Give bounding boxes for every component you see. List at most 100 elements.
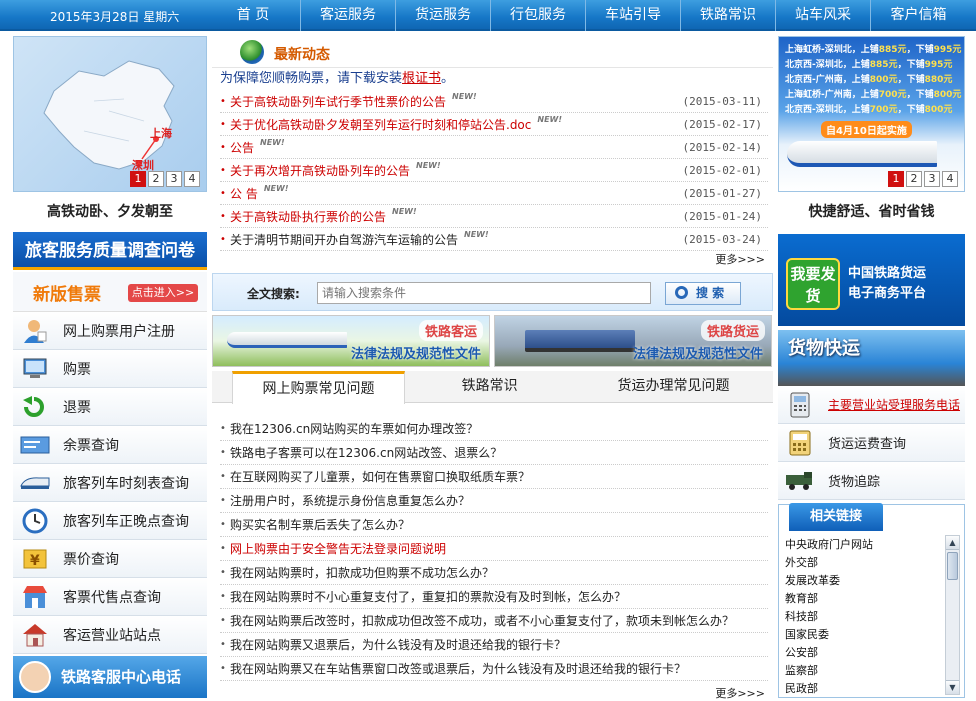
faq-link[interactable]: 我在12306.cn网站购买的车票如何办理改签？ <box>230 420 478 437</box>
faq-link[interactable]: 我在网站购票又在车站售票窗口改签或退票后，为什么钱没有及时退还给我的银行卡？ <box>230 660 686 677</box>
promo-caption[interactable]: 快捷舒适、省时省钱 <box>778 192 965 232</box>
slide-page-1[interactable]: 1 <box>888 171 904 187</box>
faq-item[interactable]: • 在互联网购买了儿童票，如何在售票窗口换取纸质车票？ <box>220 465 768 489</box>
new-ticket-banner[interactable]: 新版售票 点击进入>> <box>13 272 207 312</box>
survey-banner[interactable]: 旅客服务质量调查问卷 <box>13 232 207 270</box>
faq-link[interactable]: 在互联网购买了儿童票，如何在售票窗口换取纸质车票？ <box>230 468 530 485</box>
slide-page-2[interactable]: 2 <box>148 171 164 187</box>
slide-page-4[interactable]: 4 <box>942 171 958 187</box>
faq-more-link[interactable]: 更多>>> <box>212 685 773 701</box>
nav-luggage-service[interactable]: 行包服务 <box>491 0 586 31</box>
express-freight-banner[interactable]: 货物快运 <box>778 330 965 386</box>
related-link[interactable]: 监察部 <box>785 662 943 680</box>
faq-link[interactable]: 我在网站购票时不小心重复支付了，重复扣的票款没有及时到帐，怎么办？ <box>230 588 626 605</box>
news-item[interactable]: • 关于高铁动卧列车试行季节性票价的公告 NEW! (2015-03-11) <box>220 90 768 113</box>
news-item[interactable]: • 关于优化高铁动卧夕发朝至列车运行时刻和停站公告.doc NEW! (2015… <box>220 113 768 136</box>
news-link[interactable]: 关于清明节期间开办自驾游汽车运输的公告 <box>230 231 458 248</box>
news-link[interactable]: 关于再次增开高铁动卧列车的公告 <box>230 162 410 179</box>
faq-item[interactable]: • 注册用户时，系统提示身份信息重复怎么办？ <box>220 489 768 513</box>
news-link[interactable]: 关于优化高铁动卧夕发朝至列车运行时刻和停站公告.doc <box>230 116 531 133</box>
nav-station-scenery[interactable]: 站车风采 <box>776 0 871 31</box>
menu-buy-ticket[interactable]: 购票 <box>13 350 207 388</box>
scroll-thumb[interactable] <box>947 552 958 580</box>
tab-online-ticket-faq[interactable]: 网上购票常见问题 <box>232 371 406 404</box>
related-link[interactable]: 中央政府门户网站 <box>785 536 943 554</box>
faq-item[interactable]: • 我在网站购票又在车站售票窗口改签或退票后，为什么钱没有及时退还给我的银行卡？ <box>220 657 768 681</box>
news-item[interactable]: • 公 告 NEW! (2015-01-27) <box>220 182 768 205</box>
menu-refund-ticket[interactable]: 退票 <box>13 388 207 426</box>
menu-station-phones[interactable]: 主要营业站受理服务电话 <box>778 386 965 424</box>
ship-goods-button[interactable]: 我要发货 <box>786 258 840 310</box>
related-links-box: 相关链接 中央政府门户网站 外交部 发展改革委 教育部 科技部 国家民委 公安部… <box>778 503 965 698</box>
search-input[interactable] <box>317 282 651 304</box>
scroll-down-arrow-icon[interactable]: ▼ <box>946 680 959 694</box>
nav-freight-service[interactable]: 货运服务 <box>396 0 491 31</box>
news-more-link[interactable]: 更多>>> <box>212 251 773 269</box>
root-cert-link[interactable]: 根证书 <box>402 71 441 86</box>
nav-customer-mailbox[interactable]: 客户信箱 <box>871 0 966 31</box>
nav-home[interactable]: 首 页 <box>206 0 301 31</box>
freight-ecommerce-banner[interactable]: 我要发货 中国铁路货运 电子商务平台 <box>778 234 965 326</box>
news-link[interactable]: 公 告 <box>230 185 258 202</box>
faq-link[interactable]: 我在网站购票时，扣款成功但购票不成功怎么办？ <box>230 564 494 581</box>
menu-freight-fee-query[interactable]: 货运运费查询 <box>778 424 965 462</box>
menu-train-schedule[interactable]: 旅客列车时刻表查询 <box>13 464 207 502</box>
related-link[interactable]: 教育部 <box>785 590 943 608</box>
faq-item[interactable]: • 购买实名制车票后丢失了怎么办？ <box>220 513 768 537</box>
customer-service-banner[interactable]: 铁路客服中心电话 <box>13 656 207 698</box>
related-link[interactable]: 发展改革委 <box>785 572 943 590</box>
nav-station-guide[interactable]: 车站引导 <box>586 0 681 31</box>
faq-link[interactable]: 铁路电子客票可以在12306.cn网站改签、退票么？ <box>230 444 502 461</box>
tab-railway-knowledge[interactable]: 铁路常识 <box>405 371 574 403</box>
news-link[interactable]: 关于高铁动卧执行票价的公告 <box>230 208 386 225</box>
faq-link[interactable]: 注册用户时，系统提示身份信息重复怎么办？ <box>230 492 470 509</box>
faq-link[interactable]: 我在网站购票后改签时，扣款成功但改签不成功，或者不小心重复支付了，款项未到帐怎么… <box>230 612 734 629</box>
menu-train-delay[interactable]: 旅客列车正晚点查询 <box>13 502 207 540</box>
faq-link[interactable]: 购买实名制车票后丢失了怎么办？ <box>230 516 410 533</box>
menu-ticket-agency[interactable]: 客票代售点查询 <box>13 578 207 616</box>
faq-item[interactable]: • 我在网站购票时，扣款成功但购票不成功怎么办？ <box>220 561 768 585</box>
menu-cargo-tracking[interactable]: 货物追踪 <box>778 462 965 500</box>
slide-page-4[interactable]: 4 <box>184 171 200 187</box>
news-item[interactable]: • 公告 NEW! (2015-02-14) <box>220 136 768 159</box>
faq-link[interactable]: 我在网站购票又退票后，为什么钱没有及时退还给我的银行卡？ <box>230 636 566 653</box>
faq-item[interactable]: • 铁路电子客票可以在12306.cn网站改签、退票么？ <box>220 441 768 465</box>
news-item[interactable]: • 关于清明节期间开办自驾游汽车运输的公告 NEW! (2015-03-24) <box>220 228 768 251</box>
passenger-law-banner[interactable]: 铁路客运 法律法规及规范性文件 <box>212 315 490 367</box>
faq-item[interactable]: • 网上购票由于安全警告无法登录问题说明 <box>220 537 768 561</box>
nav-passenger-service[interactable]: 客运服务 <box>301 0 396 31</box>
news-link[interactable]: 关于高铁动卧列车试行季节性票价的公告 <box>230 93 446 110</box>
related-link[interactable]: 国家民委 <box>785 626 943 644</box>
menu-user-register[interactable]: 网上购票用户注册 <box>13 312 207 350</box>
faq-item[interactable]: • 我在网站购票时不小心重复支付了，重复扣的票款没有及时到帐，怎么办？ <box>220 585 768 609</box>
faq-item[interactable]: • 我在12306.cn网站购买的车票如何办理改签？ <box>220 417 768 441</box>
related-link[interactable]: 公安部 <box>785 644 943 662</box>
sleeper-train-promo-slider[interactable]: 上海虹桥-深圳北，上铺885元，下铺995元 北京西-深圳北，上铺885元，下铺… <box>778 36 965 192</box>
menu-remaining-tickets[interactable]: 余票查询 <box>13 426 207 464</box>
faq-item[interactable]: • 我在网站购票后改签时，扣款成功但改签不成功，或者不小心重复支付了，款项未到帐怎… <box>220 609 768 633</box>
faq-item[interactable]: • 我在网站购票又退票后，为什么钱没有及时退还给我的银行卡？ <box>220 633 768 657</box>
scroll-up-arrow-icon[interactable]: ▲ <box>946 536 959 550</box>
faq-link[interactable]: 网上购票由于安全警告无法登录问题说明 <box>230 540 446 557</box>
freight-law-banner[interactable]: 铁路货运 法律法规及规范性文件 <box>494 315 772 367</box>
news-item[interactable]: • 关于再次增开高铁动卧列车的公告 NEW! (2015-02-01) <box>220 159 768 182</box>
china-map-slider[interactable]: 上海 深圳 1 2 3 4 <box>13 36 207 192</box>
slide-page-3[interactable]: 3 <box>166 171 182 187</box>
new-ticket-enter-button[interactable]: 点击进入>> <box>128 284 198 302</box>
related-link[interactable]: 外交部 <box>785 554 943 572</box>
tab-freight-faq[interactable]: 货运办理常见问题 <box>574 371 773 403</box>
nav-railway-knowledge[interactable]: 铁路常识 <box>681 0 776 31</box>
slide-page-3[interactable]: 3 <box>924 171 940 187</box>
menu-business-stations[interactable]: 客运营业站站点 <box>13 616 207 654</box>
related-link[interactable]: 科技部 <box>785 608 943 626</box>
menu-label: 网上购票用户注册 <box>63 323 175 340</box>
search-button[interactable]: 搜 索 <box>665 282 741 305</box>
slide-page-2[interactable]: 2 <box>906 171 922 187</box>
map-caption[interactable]: 高铁动卧、夕发朝至 <box>13 192 207 232</box>
news-item[interactable]: • 关于高铁动卧执行票价的公告 NEW! (2015-01-24) <box>220 205 768 228</box>
links-scrollbar[interactable]: ▲ ▼ <box>945 535 960 695</box>
slide-page-1[interactable]: 1 <box>130 171 146 187</box>
menu-fare-query[interactable]: ¥ 票价查询 <box>13 540 207 578</box>
related-link[interactable]: 民政部 <box>785 680 943 698</box>
news-link[interactable]: 公告 <box>230 139 254 156</box>
